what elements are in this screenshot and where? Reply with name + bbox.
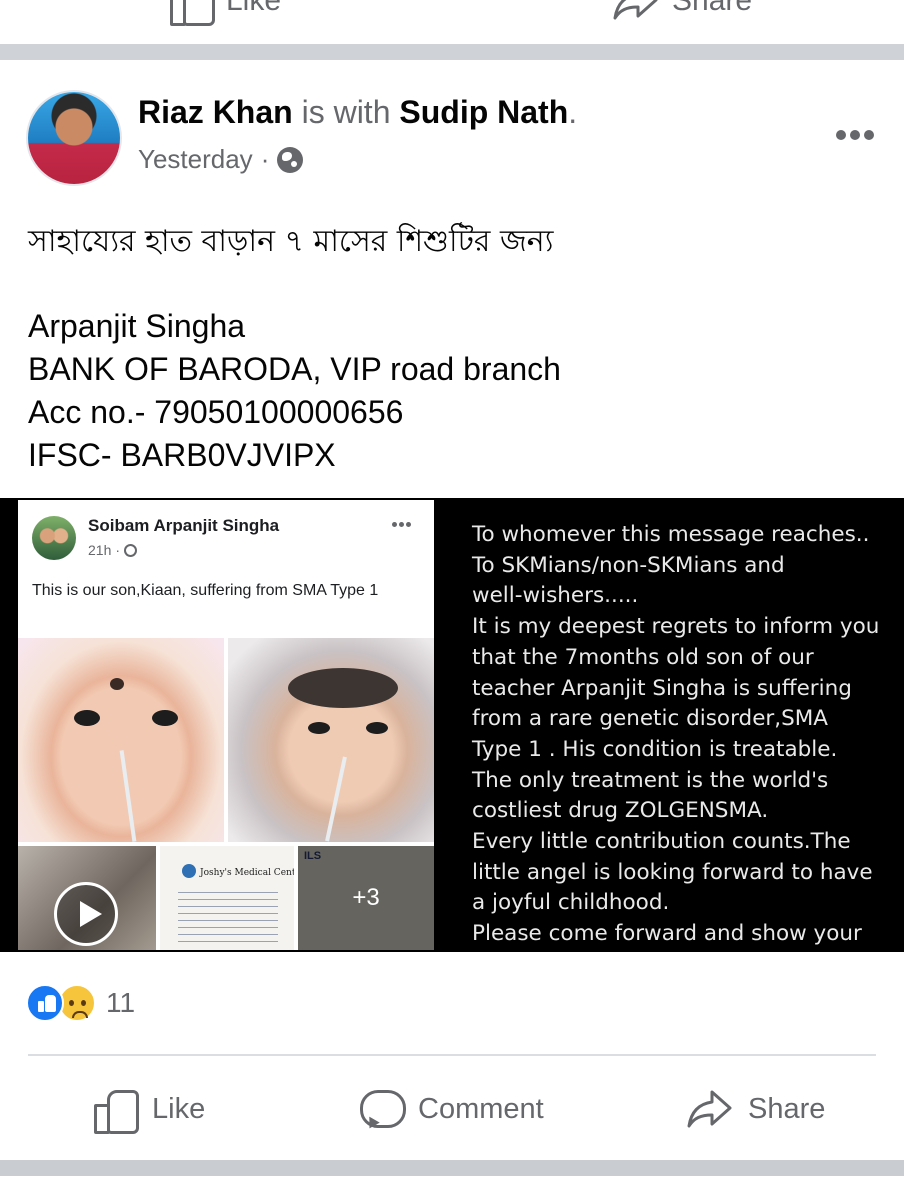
message-line: teacher Arpanjit Singha is suffering [472, 675, 852, 701]
clock-icon [124, 543, 138, 557]
like-button[interactable]: Like [92, 1084, 205, 1134]
baby-photo-2 [228, 638, 434, 842]
shared-post-author: Soibam Arpanjit Singha [88, 516, 280, 535]
message-line: Every little contribution counts.The [472, 829, 851, 855]
message-line: To whomever this message reaches.. [472, 522, 870, 547]
thumbs-up-icon [92, 1086, 139, 1134]
meta-separator: · [260, 144, 270, 174]
tagged-person-link[interactable]: Sudip Nath [399, 94, 568, 130]
globe-icon[interactable] [277, 146, 304, 173]
message-line: Please come forward and show your [472, 921, 862, 947]
post-time[interactable]: Yesterday [138, 144, 253, 175]
post-text-name: Arpanjit Singha [28, 308, 246, 344]
message-line: that the 7months old son of our [472, 644, 814, 670]
post-text-ifsc: IFSC- BARB0VJVIPX [28, 437, 336, 473]
shared-post-screenshot[interactable]: Soibam Arpanjit Singha 21h · This is our… [18, 500, 434, 950]
message-line: The only treatment is the world's [472, 767, 829, 793]
like-label: Like [152, 1092, 206, 1125]
medical-document-photo: Joshy's Medical Center [160, 846, 294, 950]
share-label: Share [748, 1092, 826, 1125]
post-media[interactable]: Soibam Arpanjit Singha 21h · This is our… [0, 498, 904, 952]
more-photos-count[interactable]: +3 [298, 846, 434, 950]
previous-post-action-bar: Like Share [0, 0, 904, 44]
post-text-account: Acc no.- 79050100000656 [28, 394, 404, 430]
reaction-count: 11 [106, 987, 136, 1018]
message-line: well-wishers..... [472, 583, 639, 609]
thumbs-up-icon [168, 0, 215, 26]
comment-button[interactable]: Comment [358, 1084, 544, 1134]
reactions-summary[interactable]: 11 [26, 984, 135, 1022]
document-title: Joshy's Medical Center [200, 868, 294, 878]
baby-photo-1 [18, 638, 224, 842]
post-meta: Yesterday · [138, 144, 304, 175]
message-image-text: To whomever this message reaches.. To SK… [472, 520, 892, 950]
shared-post-dot: · [115, 542, 121, 558]
previous-like-label: Like [226, 0, 282, 17]
with-text: is with [301, 94, 391, 130]
shared-post-caption: This is our son,Kiaan, suffering from SM… [32, 582, 379, 599]
message-line: To SKMians/non-SKMians and [472, 552, 785, 578]
message-line: It is my deepest regrets to inform you [472, 614, 880, 640]
author-name-link[interactable]: Riaz Khan [138, 94, 293, 130]
previous-share-button[interactable]: Share [612, 0, 752, 24]
previous-like-button[interactable]: Like [168, 0, 282, 26]
title-period: . [568, 94, 578, 130]
previous-share-label: Share [672, 0, 753, 17]
shared-post-meta: 21h · [88, 542, 138, 558]
clinic-logo-icon [182, 864, 196, 878]
action-bar-divider [28, 1054, 876, 1056]
comment-label: Comment [418, 1092, 544, 1125]
play-icon[interactable] [54, 882, 118, 946]
post-text: সাহায্যের হাত বাড়ান ৭ মাসের শিশুটির জন্… [28, 220, 868, 477]
author-avatar[interactable] [28, 92, 120, 184]
post-title: Riaz Khan is with Sudip Nath. [138, 92, 577, 132]
video-thumbnail[interactable] [18, 846, 156, 950]
comment-bubble-icon [358, 1086, 406, 1132]
share-button[interactable]: Share [686, 1084, 825, 1134]
post-text-bengali: সাহায্যের হাত বাড়ান ৭ মাসের শিশুটির জন্… [28, 224, 554, 259]
feed-divider-bottom [0, 1160, 904, 1200]
shared-post-time: 21h [88, 542, 112, 558]
more-options-icon[interactable] [836, 130, 874, 140]
message-line: costliest drug ZOLGENSMA. [472, 798, 769, 824]
message-line: a joyful childhood. [472, 890, 670, 916]
share-arrow-icon [612, 0, 660, 24]
feed-divider [0, 44, 904, 60]
like-reaction-icon [26, 984, 64, 1022]
message-line: from a rare genetic disorder,SMA [472, 706, 828, 732]
message-line: Type 1 . His condition is treatable. [472, 736, 838, 762]
shared-post-avatar [32, 516, 76, 560]
report-photo[interactable]: ILS +3 [298, 846, 434, 950]
share-arrow-icon [686, 1086, 734, 1132]
post-text-bank: BANK OF BARODA, VIP road branch [28, 351, 561, 387]
message-line: little angel is looking forward to have [472, 859, 873, 885]
shared-post-more-icon [392, 522, 411, 527]
